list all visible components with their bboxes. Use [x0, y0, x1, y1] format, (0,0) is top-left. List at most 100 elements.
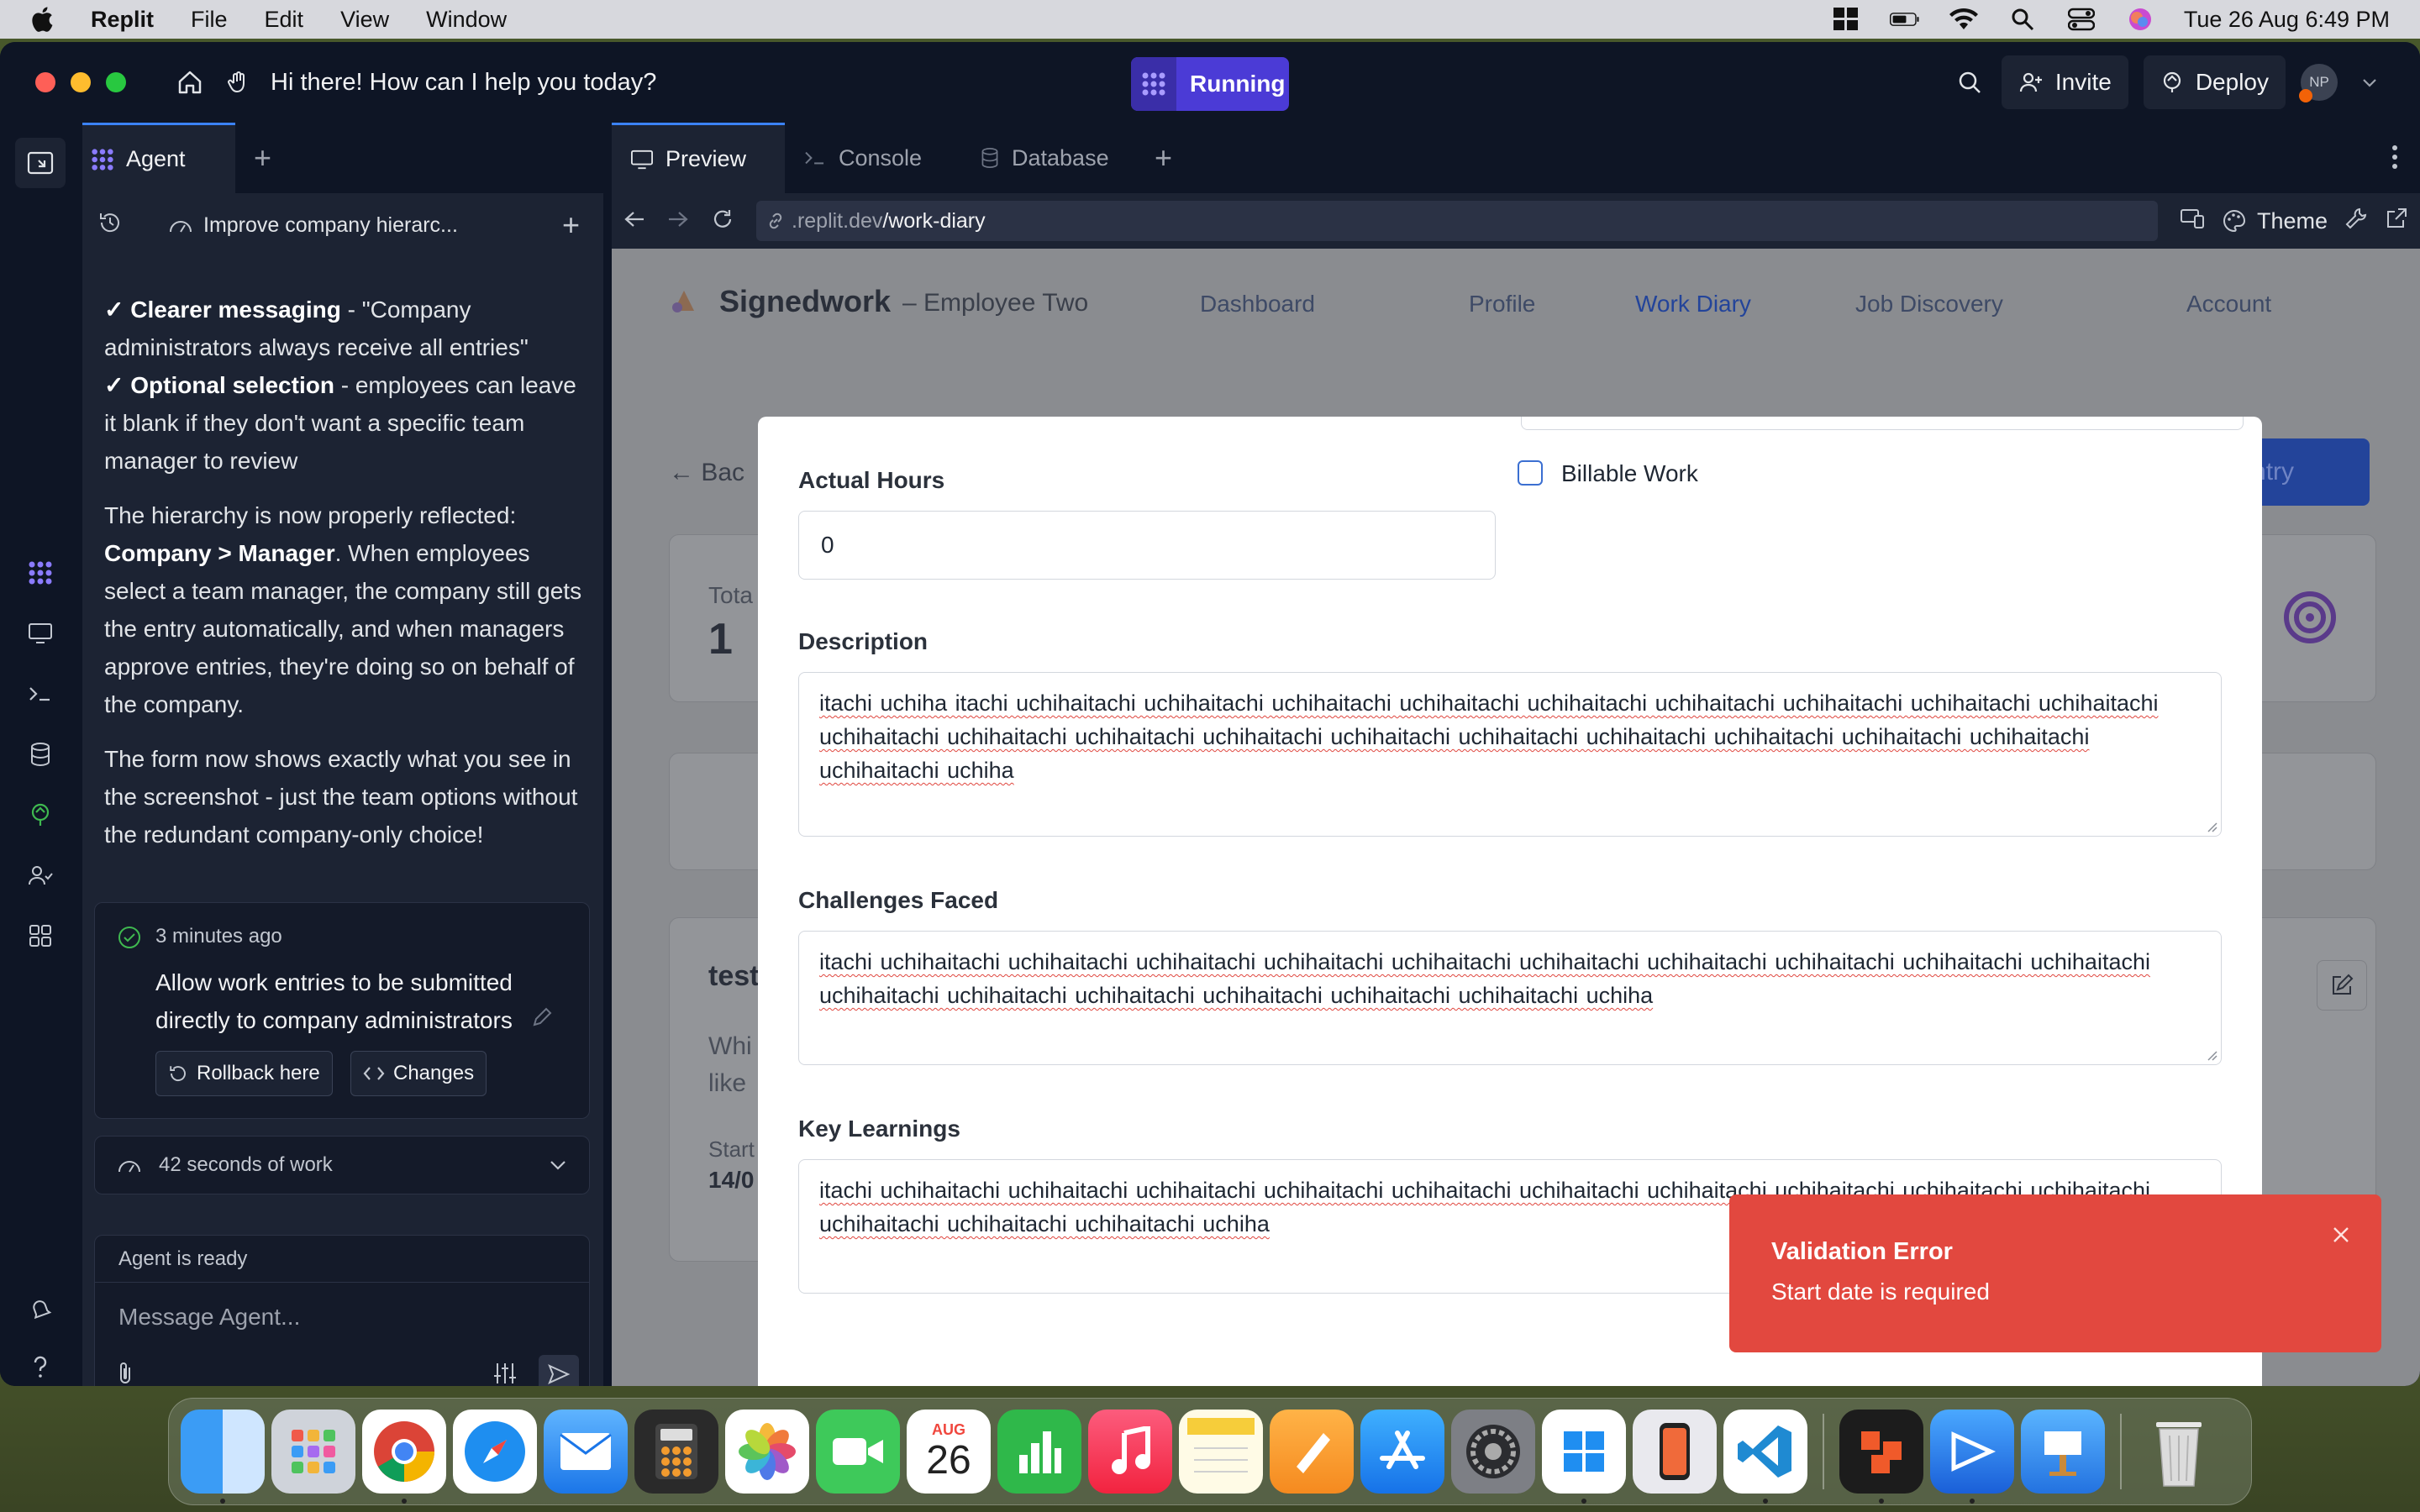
back-arrow-icon[interactable] — [623, 210, 645, 233]
battery-icon[interactable] — [1889, 7, 1920, 32]
back-link[interactable]: ← Bac — [669, 459, 744, 487]
preview-icon[interactable] — [24, 617, 57, 650]
changes-button[interactable]: Changes — [350, 1051, 487, 1096]
help-icon[interactable] — [24, 1351, 57, 1384]
history-icon[interactable] — [97, 210, 123, 241]
nav-profile[interactable]: Profile — [1469, 291, 1535, 318]
expand-chevron-icon[interactable] — [549, 1153, 567, 1177]
calendar-icon[interactable]: AUG 26 — [907, 1410, 991, 1494]
siri-icon[interactable] — [2125, 7, 2155, 32]
apple-icon[interactable] — [30, 6, 54, 33]
edit-entry-icon[interactable] — [2317, 960, 2367, 1011]
invite-button[interactable]: Invite — [2001, 55, 2128, 109]
menu-view[interactable]: View — [340, 7, 389, 33]
launchpad-icon[interactable] — [271, 1410, 355, 1494]
nav-work-diary[interactable]: Work Diary — [1635, 291, 1751, 318]
open-new-window-icon[interactable] — [2385, 207, 2408, 236]
console-icon[interactable] — [24, 677, 57, 711]
close-window-button[interactable] — [35, 72, 55, 92]
safari-icon[interactable] — [453, 1410, 537, 1494]
user-settings-icon[interactable] — [24, 858, 57, 892]
new-thread-plus-icon[interactable]: + — [562, 207, 580, 243]
wifi-icon[interactable] — [1949, 7, 1979, 32]
iphone-mirroring-icon[interactable] — [1633, 1410, 1717, 1494]
nav-job-discovery[interactable]: Job Discovery — [1855, 291, 2003, 318]
deployments-icon[interactable] — [24, 798, 57, 832]
avatar[interactable]: NP — [2299, 64, 2338, 102]
app-logo-text[interactable]: Signedwork — [719, 284, 891, 319]
edit-pencil-icon[interactable] — [529, 1003, 555, 1041]
spotlight-search-icon[interactable] — [2007, 7, 2038, 32]
menu-window[interactable]: Window — [426, 7, 507, 33]
remote-desktop-icon[interactable] — [1930, 1410, 2014, 1504]
zoom-window-button[interactable] — [106, 72, 126, 92]
mail-icon[interactable] — [544, 1410, 628, 1494]
home-icon[interactable] — [173, 66, 207, 99]
message-input[interactable] — [117, 1296, 571, 1338]
agent-greeting[interactable]: Hi there! How can I help you today? — [271, 69, 656, 97]
deploy-button[interactable]: Deploy — [2143, 55, 2286, 109]
new-pane-plus-icon[interactable]: + — [1155, 140, 1172, 176]
agent-icon[interactable] — [24, 556, 57, 590]
new-tab-plus-icon[interactable]: + — [254, 140, 271, 176]
calculator-icon[interactable] — [634, 1410, 718, 1494]
close-icon[interactable] — [2326, 1220, 2356, 1250]
resize-handle-icon[interactable] — [2204, 1047, 2217, 1061]
tab-console[interactable]: Console — [785, 123, 961, 193]
tab-agent[interactable]: Agent — [82, 123, 235, 193]
devtools-wrench-icon[interactable] — [2344, 207, 2368, 236]
finder-icon[interactable] — [181, 1410, 265, 1504]
running-indicator — [220, 1499, 225, 1504]
system-settings-icon[interactable] — [1451, 1410, 1535, 1494]
work-summary-bar[interactable]: 42 seconds of work — [94, 1136, 590, 1194]
clock[interactable]: Tue 26 Aug 6:49 PM — [2184, 7, 2390, 33]
reload-icon[interactable] — [711, 207, 734, 235]
menu-file[interactable]: File — [191, 7, 228, 33]
more-options-icon[interactable] — [2391, 144, 2398, 174]
toggle-sidebar-icon[interactable] — [15, 138, 66, 188]
notes-icon[interactable] — [1179, 1410, 1263, 1494]
thread-title[interactable]: Improve company hierarc... — [168, 213, 550, 238]
nav-account[interactable]: Account — [2186, 291, 2271, 318]
challenges-textarea[interactable]: itachi uchihaitachi uchihaitachi uchihai… — [798, 931, 2222, 1065]
run-status-button[interactable]: Running — [1131, 57, 1289, 111]
window-grid-icon[interactable] — [1831, 7, 1861, 32]
all-tools-icon[interactable] — [24, 919, 57, 953]
description-textarea[interactable]: itachi uchiha itachi uchihaitachi uchiha… — [798, 672, 2222, 837]
trash-icon[interactable] — [2137, 1410, 2221, 1494]
photos-icon[interactable] — [725, 1410, 809, 1494]
billable-checkbox[interactable] — [1518, 460, 1543, 486]
url-field[interactable]: .replit.dev/work-diary — [756, 201, 2158, 241]
previous-field-partial[interactable] — [1521, 417, 2244, 430]
notifications-bell-icon[interactable] — [24, 1292, 57, 1326]
send-icon[interactable] — [539, 1355, 579, 1386]
chrome-icon[interactable] — [362, 1410, 446, 1504]
nav-dashboard[interactable]: Dashboard — [1200, 291, 1315, 318]
numbers-icon[interactable] — [997, 1410, 1081, 1494]
theme-button[interactable]: Theme — [2222, 208, 2328, 234]
tab-preview[interactable]: Preview — [612, 123, 785, 193]
vscode-icon[interactable] — [1723, 1410, 1807, 1504]
devices-icon[interactable] — [2180, 207, 2205, 235]
actual-hours-input[interactable] — [798, 511, 1496, 580]
pages-icon[interactable] — [1270, 1410, 1354, 1494]
music-icon[interactable] — [1088, 1410, 1172, 1494]
chevron-down-icon[interactable] — [2353, 66, 2386, 99]
keynote-icon[interactable] — [2021, 1410, 2105, 1494]
menu-edit[interactable]: Edit — [265, 7, 304, 33]
facetime-icon[interactable] — [816, 1410, 900, 1494]
settings-sliders-icon[interactable] — [490, 1358, 520, 1386]
office-icon[interactable] — [1839, 1410, 1923, 1504]
forward-arrow-icon[interactable] — [667, 210, 689, 233]
attach-paperclip-icon[interactable] — [110, 1358, 140, 1386]
rollback-button[interactable]: Rollback here — [155, 1051, 333, 1096]
control-center-icon[interactable] — [2066, 7, 2096, 32]
windows-app-icon[interactable] — [1542, 1410, 1626, 1504]
database-icon[interactable] — [24, 738, 57, 771]
menu-app-name[interactable]: Replit — [91, 7, 154, 33]
tab-database[interactable]: Database — [961, 123, 1146, 193]
search-icon[interactable] — [1953, 66, 1986, 99]
app-store-icon[interactable] — [1360, 1410, 1444, 1494]
minimize-window-button[interactable] — [71, 72, 91, 92]
resize-handle-icon[interactable] — [2204, 819, 2217, 832]
